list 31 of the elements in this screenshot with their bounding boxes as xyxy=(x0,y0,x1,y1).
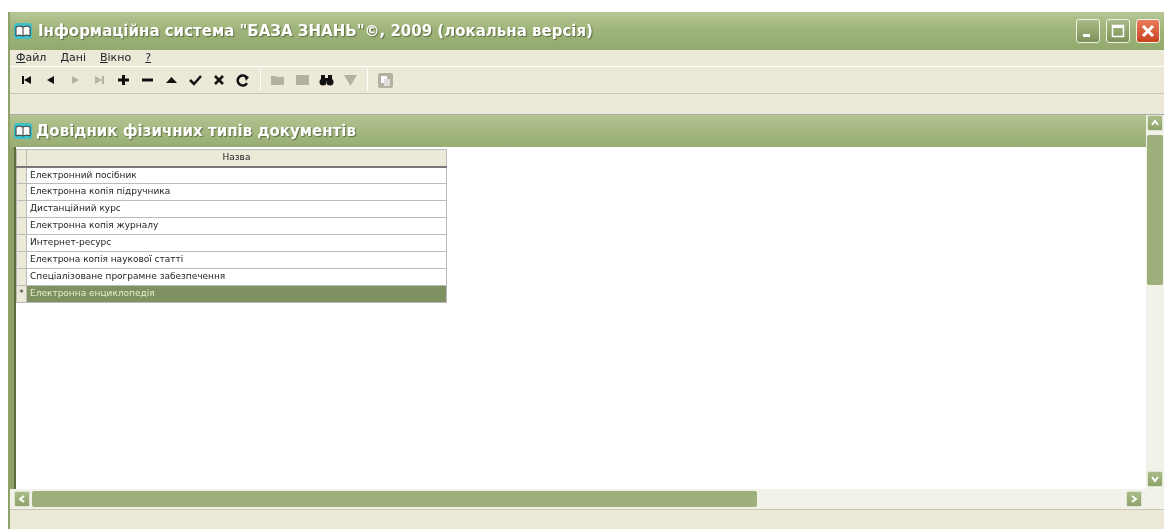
close-icon xyxy=(1141,24,1155,38)
menu-item[interactable]: Файл xyxy=(16,49,47,67)
book-icon xyxy=(14,123,32,139)
table-cell[interactable]: Електронна копія журналу xyxy=(26,217,447,235)
child-window-title: Довідник фізичних типів документів xyxy=(36,120,356,142)
table-cell[interactable]: Интернет-ресурс xyxy=(26,234,447,252)
table-cell[interactable]: Електрона копія наукової статті xyxy=(26,251,447,269)
menu-item[interactable]: Дані xyxy=(60,49,86,67)
scroll-left-button[interactable] xyxy=(14,491,30,507)
table-cell[interactable]: Електронний посібник xyxy=(26,166,447,184)
table-cell[interactable]: Спеціалізоване програмне забезпечення xyxy=(26,268,447,286)
vertical-scrollbar[interactable] xyxy=(1146,115,1164,509)
scroll-right-button[interactable] xyxy=(1126,491,1142,507)
maximize-button[interactable] xyxy=(1106,19,1130,43)
menu-item[interactable]: ? xyxy=(145,49,151,67)
table-cell[interactable]: Дистанційний курс xyxy=(26,200,447,218)
book-icon xyxy=(14,23,32,39)
column-header[interactable]: Назва xyxy=(26,149,447,167)
minimize-button[interactable] xyxy=(1076,19,1100,43)
minimize-icon xyxy=(1082,33,1090,37)
scroll-thumb[interactable] xyxy=(1147,135,1163,285)
window-title: Інформаційна система "БАЗА ЗНАНЬ"©, 2009 (локальна версія) xyxy=(38,20,594,42)
scroll-thumb[interactable] xyxy=(32,491,757,507)
row-indicator: * xyxy=(16,285,27,303)
table-cell[interactable]: Електронна копія підручника xyxy=(26,183,447,201)
scroll-up-button[interactable] xyxy=(1147,115,1163,131)
horizontal-scrollbar[interactable] xyxy=(10,489,1146,509)
scroll-down-button[interactable] xyxy=(1147,471,1163,487)
close-button[interactable] xyxy=(1136,19,1160,43)
menu-item[interactable]: Вікно xyxy=(100,49,132,67)
maximize-icon xyxy=(1111,24,1125,38)
